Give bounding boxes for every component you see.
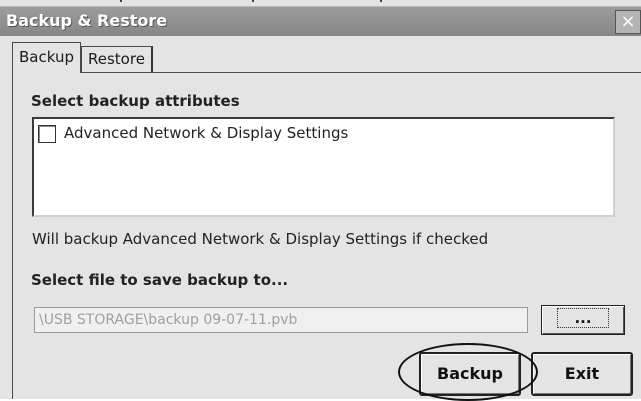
exit-button[interactable]: Exit <box>531 352 633 396</box>
advanced-settings-checkbox[interactable] <box>38 125 56 143</box>
close-button[interactable]: × <box>615 10 641 34</box>
window-title: Backup & Restore <box>6 11 168 30</box>
attributes-heading: Select backup attributes <box>31 92 240 110</box>
backup-button[interactable]: Backup <box>419 352 521 396</box>
browse-button[interactable]: ... <box>541 305 625 335</box>
top-edge-mark <box>380 0 382 2</box>
file-heading: Select file to save backup to... <box>31 271 289 289</box>
tab-restore-label: Restore <box>88 50 145 68</box>
title-bar: Backup & Restore × <box>0 6 641 36</box>
advanced-settings-label[interactable]: Advanced Network & Display Settings <box>64 124 348 142</box>
attributes-hint: Will backup Advanced Network & Display S… <box>32 230 489 248</box>
top-edge-mark <box>120 0 122 2</box>
top-edge-mark <box>252 0 254 2</box>
tab-backup-label: Backup <box>19 48 74 66</box>
tab-restore[interactable]: Restore <box>81 46 153 72</box>
browse-button-label: ... <box>557 308 609 328</box>
attributes-list: Advanced Network & Display Settings <box>32 117 615 217</box>
backup-restore-window: Backup & Restore × Backup Restore Select… <box>0 0 641 401</box>
tab-backup[interactable]: Backup <box>12 42 81 73</box>
backup-path-field[interactable] <box>34 307 528 333</box>
backup-button-label: Backup <box>437 364 503 383</box>
exit-button-label: Exit <box>564 364 600 383</box>
close-icon: × <box>620 11 636 32</box>
